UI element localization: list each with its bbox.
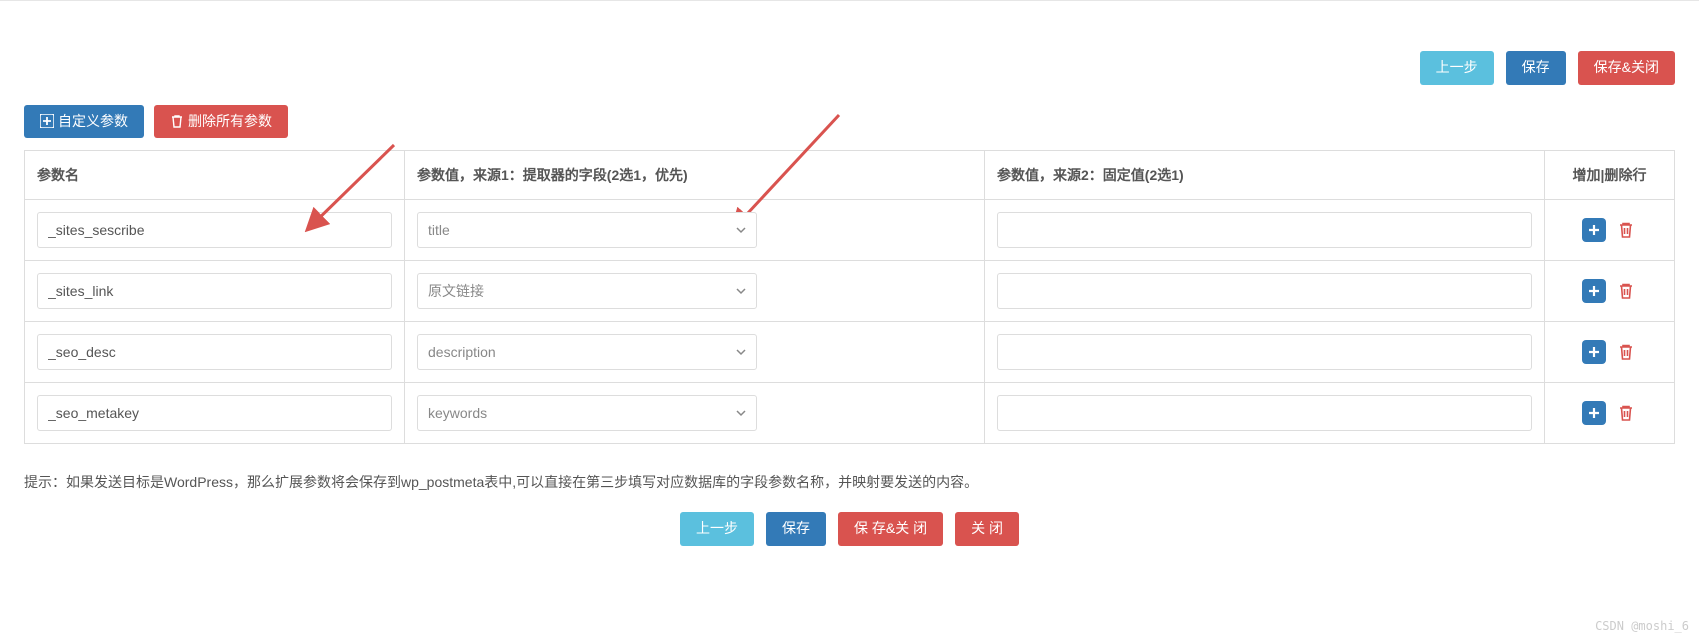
table-row — [25, 200, 1675, 261]
source1-value[interactable] — [417, 212, 757, 248]
source1-select[interactable] — [417, 273, 757, 309]
plus-icon — [40, 114, 54, 128]
save-button-bottom[interactable]: 保存 — [766, 512, 826, 546]
delete-row-button[interactable] — [1614, 340, 1638, 364]
source1-value[interactable] — [417, 395, 757, 431]
close-button[interactable]: 关 闭 — [955, 512, 1019, 546]
save-close-button[interactable]: 保存&关闭 — [1578, 51, 1675, 85]
save-close-button-bottom[interactable]: 保 存&关 闭 — [838, 512, 943, 546]
hint-text: 提示：如果发送目标是WordPress，那么扩展参数将会保存到wp_postme… — [24, 472, 1675, 492]
prev-button-bottom[interactable]: 上一步 — [680, 512, 754, 546]
table-row — [25, 322, 1675, 383]
watermark: CSDN @moshi_6 — [1595, 619, 1689, 633]
add-row-button[interactable] — [1582, 340, 1606, 364]
bottom-toolbar: 上一步 保存 保 存&关 闭 关 闭 — [24, 512, 1675, 546]
param-name-input[interactable] — [37, 395, 392, 431]
source2-input[interactable] — [997, 273, 1532, 309]
source1-select[interactable] — [417, 395, 757, 431]
header-source1: 参数值，来源1：提取器的字段(2选1，优先) — [405, 151, 985, 200]
top-toolbar: 上一步 保存 保存&关闭 — [24, 1, 1675, 105]
source1-select[interactable] — [417, 212, 757, 248]
params-table: 参数名 参数值，来源1：提取器的字段(2选1，优先) 参数值，来源2：固定值(2… — [24, 150, 1675, 444]
trash-icon — [170, 114, 184, 128]
header-source2: 参数值，来源2：固定值(2选1) — [985, 151, 1545, 200]
source2-input[interactable] — [997, 212, 1532, 248]
add-custom-param-button[interactable]: 自定义参数 — [24, 105, 144, 139]
header-param-name: 参数名 — [25, 151, 405, 200]
source1-value[interactable] — [417, 273, 757, 309]
source1-select[interactable] — [417, 334, 757, 370]
table-row — [25, 383, 1675, 444]
delete-row-button[interactable] — [1614, 218, 1638, 242]
save-button[interactable]: 保存 — [1506, 51, 1566, 85]
source2-input[interactable] — [997, 334, 1532, 370]
table-row — [25, 261, 1675, 322]
delete-all-params-label: 删除所有参数 — [188, 112, 272, 132]
delete-all-params-button[interactable]: 删除所有参数 — [154, 105, 288, 139]
add-row-button[interactable] — [1582, 279, 1606, 303]
add-row-button[interactable] — [1582, 401, 1606, 425]
param-name-input[interactable] — [37, 273, 392, 309]
source2-input[interactable] — [997, 395, 1532, 431]
prev-button[interactable]: 上一步 — [1420, 51, 1494, 85]
add-custom-param-label: 自定义参数 — [58, 112, 128, 132]
header-actions: 增加|删除行 — [1545, 151, 1675, 200]
add-row-button[interactable] — [1582, 218, 1606, 242]
source1-value[interactable] — [417, 334, 757, 370]
delete-row-button[interactable] — [1614, 279, 1638, 303]
secondary-toolbar: 自定义参数 删除所有参数 — [24, 105, 1675, 139]
param-name-input[interactable] — [37, 334, 392, 370]
param-name-input[interactable] — [37, 212, 392, 248]
delete-row-button[interactable] — [1614, 401, 1638, 425]
